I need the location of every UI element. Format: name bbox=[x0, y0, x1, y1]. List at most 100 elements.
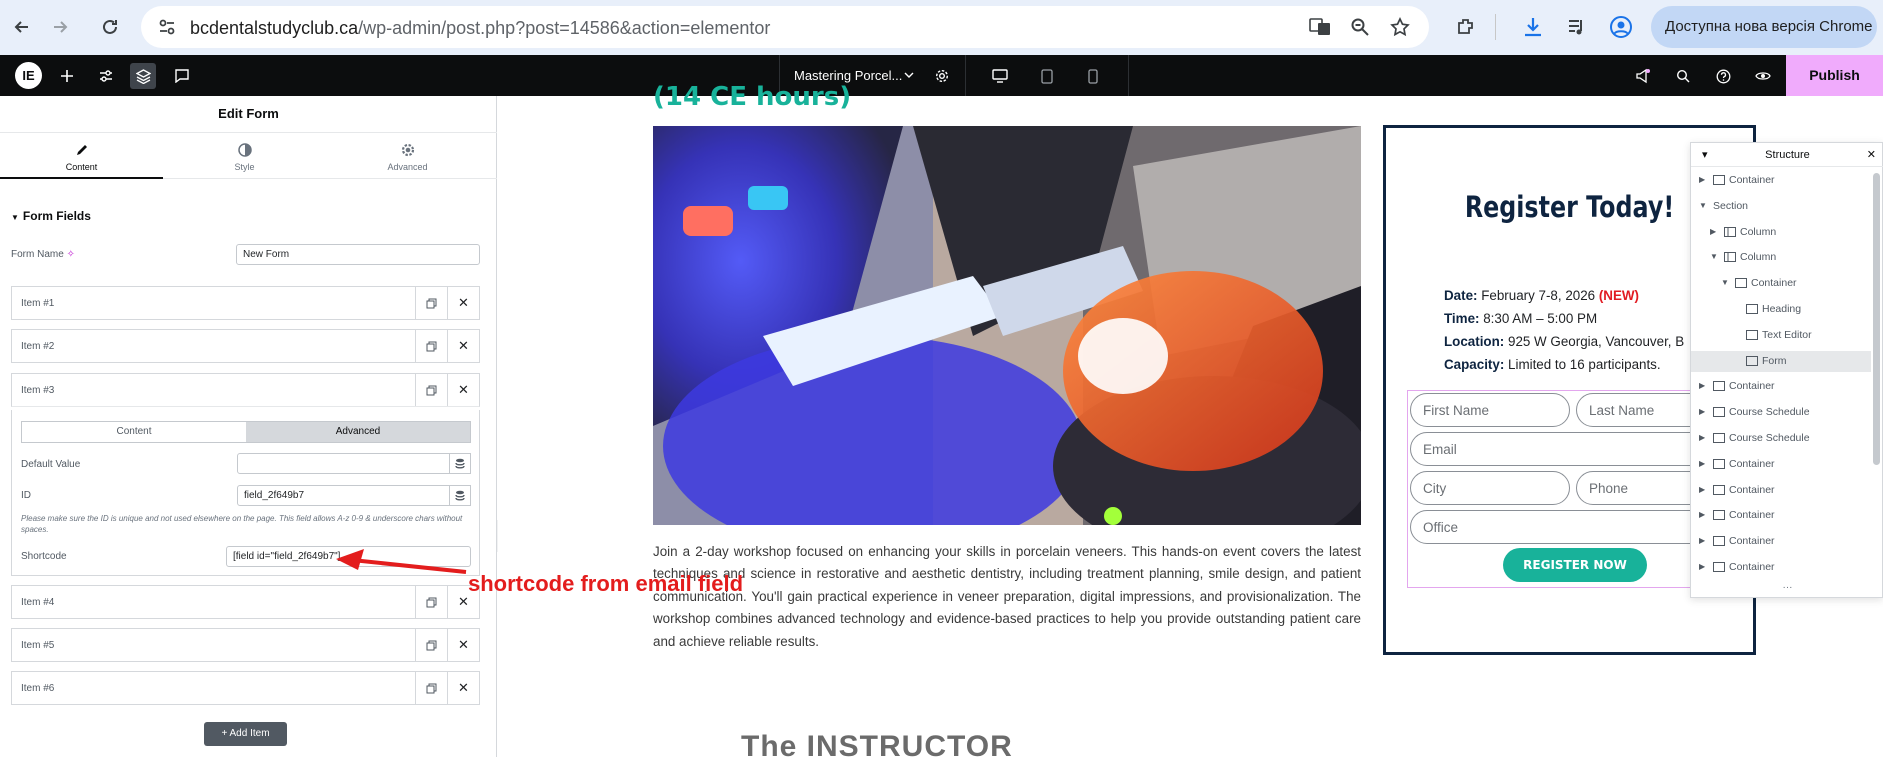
tab-advanced[interactable]: Advanced bbox=[326, 133, 489, 179]
structure-row[interactable]: Text Editor bbox=[1691, 325, 1871, 346]
device-desktop-button[interactable] bbox=[987, 63, 1013, 89]
structure-row[interactable]: ▼ Container bbox=[1691, 273, 1871, 294]
structure-scrollbar[interactable] bbox=[1873, 173, 1880, 465]
structure-panel[interactable]: ▾ Structure ✕ ▶ Container ▼ Section ▶ Column ▼… bbox=[1690, 142, 1883, 598]
device-tablet-button[interactable] bbox=[1034, 63, 1060, 89]
caret-right-icon[interactable]: ▶ bbox=[1699, 407, 1707, 417]
structure-toggle-button[interactable] bbox=[130, 63, 156, 89]
duplicate-icon[interactable] bbox=[415, 330, 447, 362]
media-control-icon[interactable] bbox=[1563, 13, 1591, 41]
structure-row[interactable]: ▶ Container bbox=[1691, 531, 1871, 552]
form-fields-section-toggle[interactable]: ▼ Form Fields bbox=[11, 209, 91, 223]
add-element-button[interactable] bbox=[54, 63, 80, 89]
structure-row[interactable]: ▶ Course Schedule bbox=[1691, 428, 1871, 449]
first-name-field[interactable]: First Name bbox=[1410, 393, 1570, 427]
close-icon[interactable]: ✕ bbox=[447, 672, 479, 704]
structure-row[interactable]: ▼ Column bbox=[1691, 247, 1871, 268]
tab-content[interactable]: Content bbox=[0, 133, 163, 179]
caret-down-icon[interactable]: ▼ bbox=[1721, 278, 1729, 288]
structure-row[interactable]: ▶ Container bbox=[1691, 505, 1871, 526]
office-field[interactable]: Office bbox=[1410, 510, 1736, 544]
city-field[interactable]: City bbox=[1410, 471, 1570, 505]
structure-row[interactable]: ▶ Container bbox=[1691, 480, 1871, 501]
caret-right-icon[interactable]: ▶ bbox=[1699, 510, 1707, 520]
duplicate-icon[interactable] bbox=[415, 287, 447, 319]
duplicate-icon[interactable] bbox=[415, 374, 447, 406]
page-settings-button[interactable] bbox=[929, 63, 955, 89]
dynamic-tags-icon[interactable] bbox=[450, 453, 471, 474]
duplicate-icon[interactable] bbox=[415, 586, 447, 618]
zoom-icon[interactable] bbox=[1350, 17, 1370, 42]
caret-down-icon[interactable]: ▼ bbox=[1699, 201, 1707, 211]
close-icon[interactable]: ✕ bbox=[447, 629, 479, 661]
caret-right-icon[interactable]: ▶ bbox=[1710, 227, 1718, 237]
ai-sparkle-icon[interactable]: ✧ bbox=[67, 249, 75, 260]
extensions-icon[interactable] bbox=[1452, 13, 1480, 41]
forward-button[interactable] bbox=[46, 13, 74, 41]
more-icon[interactable]: ··· bbox=[1691, 583, 1883, 597]
form-item-row[interactable]: Item #1 ✕ bbox=[11, 286, 480, 320]
form-item-row[interactable]: Item #4 ✕ bbox=[11, 585, 480, 619]
whats-new-button[interactable] bbox=[1630, 63, 1656, 89]
profile-avatar-icon[interactable] bbox=[1607, 13, 1635, 41]
caret-right-icon[interactable]: ▶ bbox=[1699, 562, 1707, 572]
caret-right-icon[interactable]: ▶ bbox=[1699, 175, 1707, 185]
download-icon[interactable] bbox=[1519, 13, 1547, 41]
notes-button[interactable] bbox=[169, 63, 195, 89]
url-text[interactable]: bcdentalstudyclub.ca/wp-admin/post.php?p… bbox=[190, 18, 770, 39]
duplicate-icon[interactable] bbox=[415, 629, 447, 661]
address-bar[interactable]: bcdentalstudyclub.ca/wp-admin/post.php?p… bbox=[141, 6, 1429, 48]
chrome-update-button[interactable]: Доступна нова версія Chrome bbox=[1651, 6, 1877, 48]
structure-row[interactable]: Heading bbox=[1691, 299, 1871, 320]
close-icon[interactable]: ✕ bbox=[447, 287, 479, 319]
caret-right-icon[interactable]: ▶ bbox=[1699, 459, 1707, 469]
duplicate-icon[interactable] bbox=[415, 672, 447, 704]
close-icon[interactable]: ✕ bbox=[1867, 143, 1876, 167]
item-label: Item #6 bbox=[21, 683, 55, 694]
translate-icon[interactable] bbox=[1309, 17, 1331, 42]
register-now-button[interactable]: REGISTER NOW bbox=[1503, 548, 1647, 582]
email-field[interactable]: Email bbox=[1410, 432, 1736, 466]
item-tab-content[interactable]: Content bbox=[22, 422, 246, 442]
device-mobile-button[interactable] bbox=[1080, 63, 1106, 89]
close-icon[interactable]: ✕ bbox=[447, 374, 479, 406]
tab-style[interactable]: Style bbox=[163, 133, 326, 179]
caret-right-icon[interactable]: ▶ bbox=[1699, 536, 1707, 546]
caret-right-icon[interactable]: ▶ bbox=[1699, 485, 1707, 495]
form-item-row-expanded[interactable]: Item #3 ✕ bbox=[11, 373, 480, 407]
caret-right-icon[interactable]: ▶ bbox=[1699, 433, 1707, 443]
dynamic-tags-icon[interactable] bbox=[450, 485, 471, 506]
add-item-button[interactable]: + Add Item bbox=[204, 722, 287, 746]
collapse-all-icon[interactable]: ▾ bbox=[1702, 143, 1708, 167]
preview-button[interactable] bbox=[1750, 63, 1776, 89]
help-button[interactable] bbox=[1710, 63, 1736, 89]
structure-row[interactable]: ▶ Course Schedule bbox=[1691, 402, 1871, 423]
gear-icon bbox=[401, 143, 414, 157]
form-item-row[interactable]: Item #6 ✕ bbox=[11, 671, 480, 705]
default-value-input[interactable] bbox=[237, 453, 450, 474]
caret-right-icon[interactable]: ▶ bbox=[1699, 381, 1707, 391]
publish-button[interactable]: Publish bbox=[1786, 55, 1883, 96]
item-tab-advanced[interactable]: Advanced bbox=[246, 422, 470, 442]
form-item-row[interactable]: Item #2 ✕ bbox=[11, 329, 480, 363]
site-info-icon[interactable] bbox=[157, 17, 177, 42]
site-settings-button[interactable] bbox=[93, 63, 119, 89]
structure-row[interactable]: Form bbox=[1691, 350, 1871, 372]
caret-down-icon[interactable]: ▼ bbox=[1710, 252, 1718, 262]
close-icon[interactable]: ✕ bbox=[447, 330, 479, 362]
finder-button[interactable] bbox=[1670, 63, 1696, 89]
event-time: Time: 8:30 AM – 5:00 PM bbox=[1444, 311, 1598, 326]
bookmark-star-icon[interactable] bbox=[1390, 17, 1410, 42]
structure-row[interactable]: ▼ Section bbox=[1691, 196, 1871, 217]
structure-row[interactable]: ▶ Container bbox=[1691, 557, 1871, 578]
structure-row[interactable]: ▶ Column bbox=[1691, 222, 1871, 243]
elementor-logo-icon[interactable]: IE bbox=[15, 62, 42, 89]
back-button[interactable] bbox=[8, 13, 36, 41]
structure-row[interactable]: ▶ Container bbox=[1691, 454, 1871, 475]
form-name-input[interactable]: New Form bbox=[236, 244, 480, 265]
structure-row[interactable]: ▶ Container bbox=[1691, 376, 1871, 397]
reload-button[interactable] bbox=[96, 13, 124, 41]
form-item-row[interactable]: Item #5 ✕ bbox=[11, 628, 480, 662]
field-id-input[interactable]: field_2f649b7 bbox=[237, 485, 450, 506]
structure-row[interactable]: ▶ Container bbox=[1691, 170, 1871, 191]
